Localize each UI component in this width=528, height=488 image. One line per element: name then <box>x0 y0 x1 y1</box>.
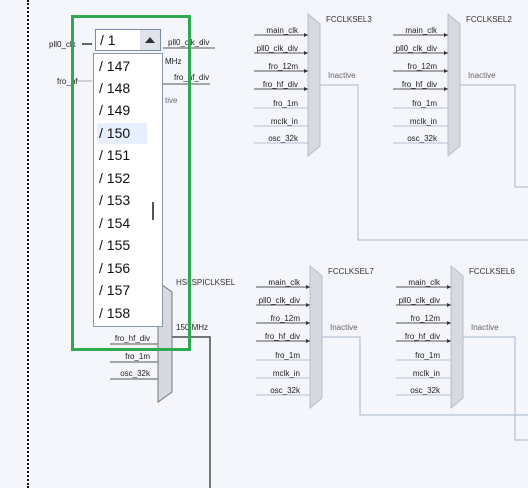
mux-input-label: fro_hf_div <box>265 332 300 341</box>
arrow-head-icon <box>444 51 448 55</box>
arrow-head-icon <box>304 51 308 55</box>
mux-input-label: pll0_clk_div <box>396 44 437 53</box>
hs-mux-input-label: osc_32k <box>120 369 151 378</box>
dotted-boundary-line <box>27 0 29 488</box>
scrollbar-thumb[interactable] <box>152 202 154 220</box>
mux-input-label: fro_12m <box>271 314 301 323</box>
divider-option[interactable]: / 155 <box>97 235 147 256</box>
mux-input-label: fro_12m <box>411 314 441 323</box>
mux-input-label: osc_32k <box>407 134 438 143</box>
arrow-head-icon <box>304 33 308 37</box>
mux-title: FCCLKSEL6 <box>469 267 515 276</box>
divider-option[interactable]: / 158 <box>97 303 147 324</box>
mux-title: FCCLKSEL3 <box>326 15 372 24</box>
mux-input-label: fro_hf_div <box>402 80 437 89</box>
mux-title: FCCLKSEL2 <box>466 15 512 24</box>
divider-option[interactable]: / 148 <box>97 78 147 99</box>
mux-input-label: main_clk <box>266 26 299 35</box>
mux-input-label: mclk_in <box>273 369 300 378</box>
mux-status-label: Inactive <box>330 323 358 332</box>
mux-input-label: pll0_clk_div <box>399 296 440 305</box>
triangle-up-icon <box>145 37 155 43</box>
divider-option[interactable]: / 156 <box>97 258 147 279</box>
options-scrollbar[interactable] <box>145 55 161 325</box>
mux-input-label: fro_1m <box>415 351 440 360</box>
divider-option[interactable]: / 153 <box>97 190 147 211</box>
mux-input-label: mclk_in <box>413 369 440 378</box>
mux-input-label: main_clk <box>268 278 301 287</box>
arrow-head-icon <box>447 339 451 343</box>
mux-input-label: osc_32k <box>268 134 299 143</box>
mux-input-label: fro_12m <box>269 62 299 71</box>
arrow-head-icon <box>306 321 310 325</box>
mux-input-label: mclk_in <box>410 117 437 126</box>
arrow-head-icon <box>306 285 310 289</box>
mux-input-label: main_clk <box>405 26 438 35</box>
divider-option[interactable]: / 149 <box>97 100 147 121</box>
arrow-head-icon <box>304 87 308 91</box>
mux-input-label: fro_hf_div <box>263 80 298 89</box>
mux-title: FCCLKSEL7 <box>328 267 374 276</box>
mux-status-label: Inactive <box>468 71 496 80</box>
mux-trapezoid-shape <box>307 12 321 158</box>
divider-option[interactable]: / 154 <box>97 213 147 234</box>
mux-input-label: main_clk <box>408 278 441 287</box>
mux-input-label: osc_32k <box>410 386 441 395</box>
mux-trapezoid-shape <box>309 264 323 410</box>
mux-input-label: pll0_clk_div <box>257 44 298 53</box>
divider-selected-value: / 1 <box>100 32 116 48</box>
output-wire <box>463 336 528 441</box>
divider-select[interactable]: / 1 <box>95 29 161 51</box>
divider-option[interactable]: / 147 <box>97 56 147 77</box>
arrow-head-icon <box>444 33 448 37</box>
mux-input-label: fro_12m <box>408 62 438 71</box>
mux-input-label: mclk_in <box>271 117 298 126</box>
mux-trapezoid-shape <box>450 264 464 410</box>
mux-input-label: fro_1m <box>412 99 437 108</box>
divider-option[interactable]: / 152 <box>97 168 147 189</box>
arrow-head-icon <box>447 303 451 307</box>
mux-input-label: osc_32k <box>270 386 301 395</box>
divider-option-highlighted[interactable]: / 150 <box>97 123 147 144</box>
mux-trapezoid-shape <box>447 12 461 158</box>
mux-input-label: fro_1m <box>273 99 298 108</box>
mux-input-label: fro_hf_div <box>405 332 440 341</box>
arrow-head-icon <box>306 303 310 307</box>
divider-option[interactable]: / 157 <box>97 280 147 301</box>
arrow-head-icon <box>447 321 451 325</box>
arrow-head-icon <box>444 69 448 73</box>
hs-mux-input-label: fro_1m <box>125 352 150 361</box>
mux-status-label: Inactive <box>471 323 499 332</box>
hs-output-wire <box>172 336 211 488</box>
mux-status-label: Inactive <box>328 71 356 80</box>
dropdown-toggle-button[interactable] <box>140 30 160 50</box>
arrow-head-icon <box>447 285 451 289</box>
arrow-head-icon <box>304 69 308 73</box>
mux-input-label: pll0_clk_div <box>259 296 300 305</box>
arrow-head-icon <box>444 87 448 91</box>
divider-options-list[interactable]: / 147 / 148 / 149 / 150 / 151 / 152 / 15… <box>93 53 163 327</box>
output-wire <box>460 84 528 188</box>
divider-option[interactable]: / 151 <box>97 145 147 166</box>
arrow-head-icon <box>306 339 310 343</box>
mux-input-label: fro_1m <box>275 351 300 360</box>
